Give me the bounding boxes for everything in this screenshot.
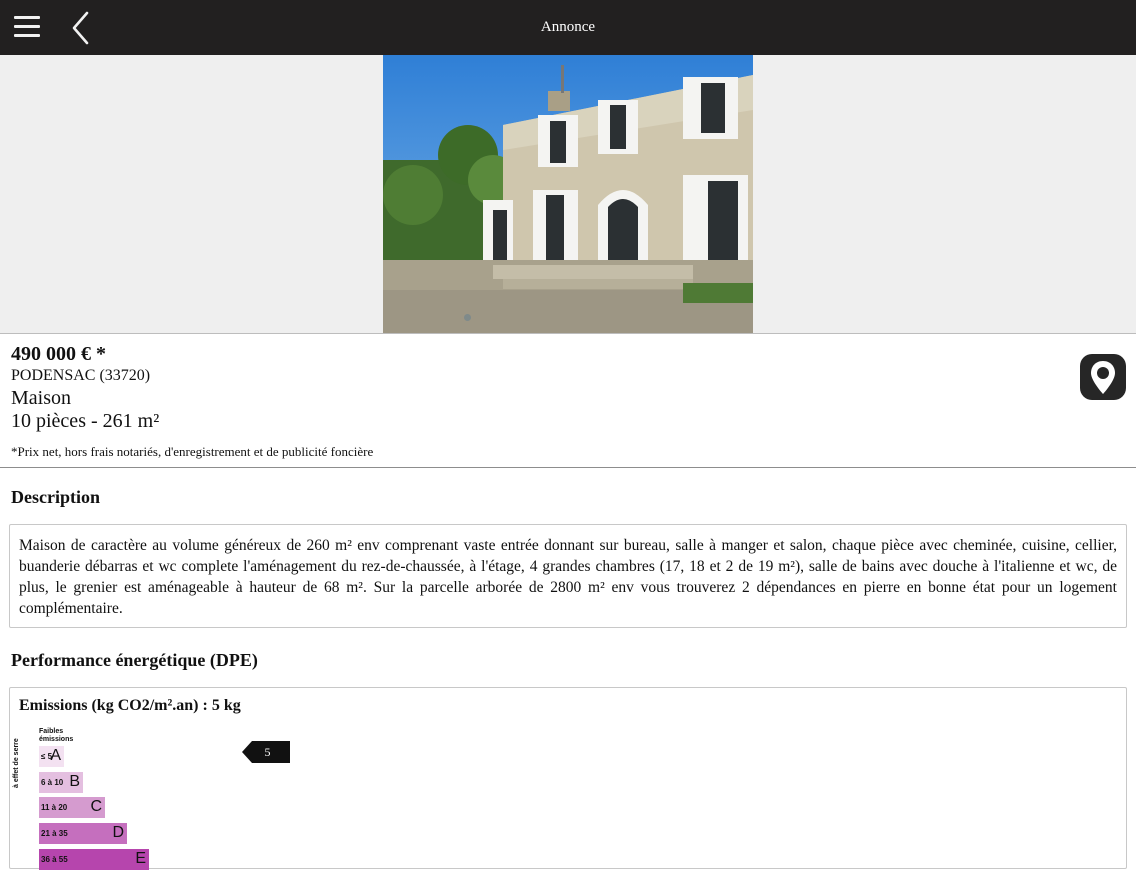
listing-city: PODENSAC (33720) [11, 367, 151, 384]
ges-class-b: 6 à 10 B [39, 772, 83, 793]
ges-class-e-letter: E [135, 850, 146, 867]
house-photo[interactable] [383, 55, 753, 333]
ges-class-c: 11 à 20 C [39, 797, 105, 818]
ges-class-c-range: 11 à 20 [41, 803, 68, 812]
ges-class-a: ≤ 5 A [39, 746, 64, 767]
ges-class-c-letter: C [90, 798, 102, 815]
top-bar: Annonce [0, 0, 1136, 55]
photo-gallery[interactable] [0, 55, 1136, 334]
ges-class-d: 21 à 35 D [39, 823, 127, 844]
ges-value-label: 5 [264, 745, 271, 759]
dpe-box: Emissions (kg CO2/m².an) : 5 kg Faibles … [9, 687, 1127, 870]
emissions-title: Emissions (kg CO2/m².an) : 5 kg [19, 697, 241, 714]
description-text: Maison de caractère au volume généreux d… [19, 537, 1117, 617]
description-heading: Description [11, 487, 100, 507]
ges-class-b-letter: B [69, 773, 80, 790]
listing-price: 490 000 € * [11, 343, 106, 365]
ges-side-label: à effet de serre [13, 738, 20, 788]
map-pin-icon[interactable] [1080, 354, 1126, 400]
ges-class-d-range: 21 à 35 [41, 829, 68, 838]
page-title: Annonce [540, 19, 596, 35]
price-note: *Prix net, hors frais notariés, d'enregi… [11, 444, 374, 459]
back-chevron-icon[interactable] [68, 10, 96, 46]
ges-class-b-range: 6 à 10 [41, 778, 64, 787]
dpe-heading: Performance énergétique (DPE) [11, 650, 258, 670]
description-box: Maison de caractère au volume généreux d… [9, 524, 1127, 628]
ges-class-d-letter: D [112, 824, 124, 841]
property-type: Maison [11, 387, 71, 409]
ges-class-e-range: 36 à 55 [41, 855, 68, 864]
section-divider [0, 467, 1136, 468]
ges-class-e: 36 à 55 E [39, 849, 149, 870]
ges-scale-top-label: Faibles émissions [39, 728, 74, 743]
ges-class-a-letter: A [50, 747, 61, 764]
gallery-page-dot[interactable] [464, 314, 471, 321]
hamburger-menu-icon[interactable] [14, 14, 42, 40]
rooms-and-area: 10 pièces - 261 m² [11, 410, 160, 432]
